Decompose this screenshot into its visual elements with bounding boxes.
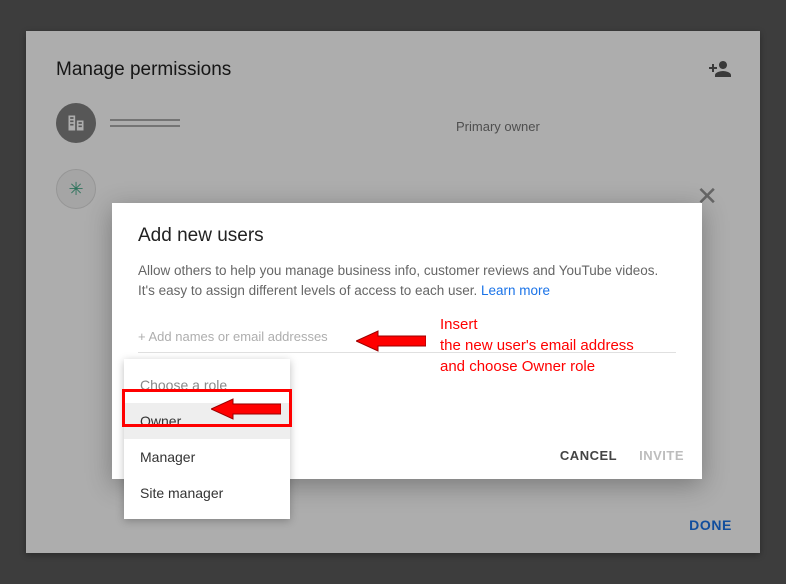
dialog-actions: CANCEL INVITE bbox=[560, 448, 684, 463]
dropdown-option-manager[interactable]: Manager bbox=[124, 439, 290, 475]
manage-permissions-panel: Manage permissions Primary owner ✳ DONE … bbox=[26, 31, 760, 553]
dropdown-header: Choose a role bbox=[124, 367, 290, 403]
email-input[interactable]: + Add names or email addresses bbox=[138, 328, 676, 353]
dropdown-option-owner[interactable]: Owner bbox=[124, 403, 290, 439]
role-dropdown: Choose a role Owner Manager Site manager bbox=[124, 359, 290, 519]
invite-button[interactable]: INVITE bbox=[639, 448, 684, 463]
dropdown-option-site-manager[interactable]: Site manager bbox=[124, 475, 290, 511]
dialog-description: Allow others to help you manage business… bbox=[138, 261, 676, 302]
dialog-desc-text: Allow others to help you manage business… bbox=[138, 263, 658, 298]
learn-more-link[interactable]: Learn more bbox=[481, 283, 550, 298]
cancel-button[interactable]: CANCEL bbox=[560, 448, 617, 463]
dialog-title: Add new users bbox=[138, 225, 676, 247]
input-placeholder: + Add names or email addresses bbox=[138, 329, 328, 344]
